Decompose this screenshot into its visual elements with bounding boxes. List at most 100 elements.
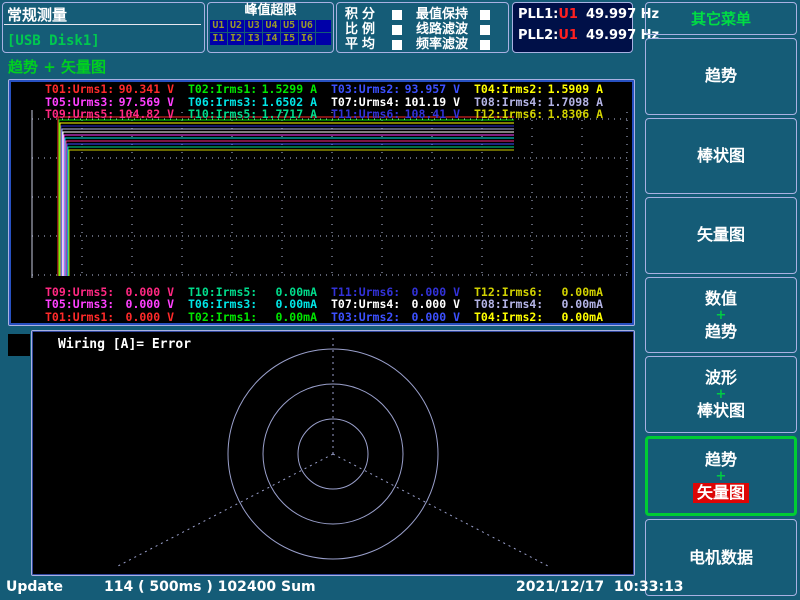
menu-item-label: 矢量图 (697, 225, 745, 245)
datetime: 2021/12/17 10:33:13 (516, 579, 684, 595)
readout-t01-urms1: T01:Urms1:90.341 V (45, 82, 188, 95)
vector-axis-left (118, 454, 333, 566)
readout-t08-irms4: T08:Irms4:0.00mA (474, 297, 617, 310)
option-char: 分 (362, 8, 392, 22)
freq-filter-label: 频率滤波 (416, 38, 480, 52)
trend-readouts-cursor: T09:Urms5:0.000 VT10:Irms5:0.00mAT11:Urm… (45, 285, 617, 323)
freq-filter-checkbox (480, 40, 490, 50)
peak-cell-i6: I6 (299, 33, 316, 45)
mode-underline (4, 24, 201, 25)
menu-item-label: 棒状图 (697, 401, 745, 421)
peak-current-row: I1 I2 I3 I4 I5 I6 (210, 33, 331, 45)
option-char: 积 (345, 8, 362, 22)
trend-trace-7 (64, 135, 514, 276)
readout-t02-irms1: T02:Irms1:1.5299 A (188, 82, 331, 95)
plus-icon: + (716, 388, 727, 401)
trend-trace-4 (61, 126, 514, 276)
menu-item-trend[interactable]: 趋势 (645, 38, 797, 115)
readout-t06-irms3: T06:Irms3:0.00mA (188, 297, 331, 310)
option-char: 平 (345, 38, 362, 52)
ratio-checkbox (392, 25, 402, 35)
vector-axis-right (333, 454, 548, 566)
readout-t02-irms1: T02:Irms1:0.00mA (188, 310, 331, 323)
option-row-average: 平 均 频率滤波 (345, 37, 508, 52)
trend-trace-3 (60, 123, 514, 276)
peak-cell-u2: U2 (228, 20, 245, 32)
trend-trace-6 (63, 132, 514, 276)
menu-item-label-highlighted: 矢量图 (693, 483, 749, 503)
trend-trace-8 (65, 138, 514, 276)
pll2-source: U1 (558, 28, 578, 43)
readout-t10-irms5: T10:Irms5:1.7717 A (188, 107, 331, 120)
readout-t07-urms4: T07:Urms4:101.19 V (331, 95, 474, 108)
peak-cell-u6: U6 (299, 20, 316, 32)
trend-trace-10 (67, 144, 514, 276)
pll1-label: PLL1: (518, 7, 558, 22)
readout-t03-urms2: T03:Urms2:93.957 V (331, 82, 474, 95)
readout-t05-urms3: T05:Urms3:0.000 V (45, 297, 188, 310)
readout-t11-urms6: T11:Urms6:0.000 V (331, 285, 474, 298)
readout-t01-urms1: T01:Urms1:0.000 V (45, 310, 188, 323)
peak-cell-u3: U3 (245, 20, 262, 32)
update-label: Update (6, 579, 63, 595)
peak-cell-i4: I4 (263, 33, 280, 45)
line-filter-checkbox (480, 25, 490, 35)
peak-cell-u-blank (316, 20, 331, 32)
view-title: 趋势 + 矢量图 (8, 56, 106, 77)
readout-t11-urms6: T11:Urms6:108.41 V (331, 107, 474, 120)
peak-cell-u1: U1 (210, 20, 227, 32)
option-char: 均 (362, 38, 392, 52)
element-marker-square (8, 334, 30, 356)
average-checkbox (392, 40, 402, 50)
menu-item-numeric-plus-trend[interactable]: 数值 + 趋势 (645, 277, 797, 354)
menu-item-vector-chart[interactable]: 矢量图 (645, 197, 797, 274)
peak-cell-u5: U5 (281, 20, 298, 32)
peak-cell-i2: I2 (228, 33, 245, 45)
update-counter: 114 ( 500ms ) 102400 Sum (104, 579, 316, 595)
storage-status: [USB Disk1] (7, 33, 100, 49)
menu-item-label: 趋势 (705, 322, 737, 342)
readout-t04-irms2: T04:Irms2:0.00mA (474, 310, 617, 323)
menu-item-label: 棒状图 (697, 146, 745, 166)
peak-over-limit-box: 峰值超限 U1 U2 U3 U4 U5 U6 I1 I2 I3 I4 I5 I6 (207, 2, 334, 53)
trend-trace-9 (66, 141, 514, 276)
menu-item-label: 波形 (705, 368, 737, 388)
readout-t12-irms6: T12:Irms6:0.00mA (474, 285, 617, 298)
measure-options-box: 积 分 最值保持 比 例 线路滤波 平 均 频率滤波 (336, 2, 509, 53)
line-filter-label: 线路滤波 (416, 23, 480, 37)
peak-cell-u4: U4 (263, 20, 280, 32)
pll1-source: U1 (558, 7, 578, 22)
mode-box: 常规测量 [USB Disk1] (2, 2, 205, 53)
trend-chart-panel: T01:Urms1:90.341 VT02:Irms1:1.5299 AT03:… (8, 79, 635, 326)
readout-t06-irms3: T06:Irms3:1.6502 A (188, 95, 331, 108)
plus-icon: + (716, 470, 727, 483)
pll1-row: PLL1:U149.997 Hz (518, 7, 632, 28)
readout-t09-urms5: T09:Urms5:104.82 V (45, 107, 188, 120)
menu-item-trend-plus-vector[interactable]: 趋势 + 矢量图 (645, 436, 797, 517)
menu-item-waveform-plus-bar[interactable]: 波形 + 棒状图 (645, 356, 797, 433)
trend-trace-12 (69, 150, 514, 276)
readout-t10-irms5: T10:Irms5:0.00mA (188, 285, 331, 298)
mode-title: 常规测量 (7, 4, 67, 25)
readout-t12-irms6: T12:Irms6:1.8306 A (474, 107, 617, 120)
option-char: 例 (362, 23, 392, 37)
max-hold-checkbox (480, 10, 490, 20)
menu-title: 其它菜单 (645, 2, 797, 35)
peak-cell-i-blank (316, 33, 331, 45)
menu-item-label: 趋势 (705, 66, 737, 86)
readout-t05-urms3: T05:Urms3:97.569 V (45, 95, 188, 108)
integrate-checkbox (392, 10, 402, 20)
menu-item-bar-chart[interactable]: 棒状图 (645, 118, 797, 195)
option-char: 比 (345, 23, 362, 37)
trend-trace-5 (62, 129, 514, 276)
status-bar: Update 114 ( 500ms ) 102400 Sum 2021/12/… (0, 576, 800, 600)
trend-trace-11 (68, 147, 514, 276)
right-menu: 其它菜单 趋势 棒状图 矢量图 数值 + 趋势 波形 + 棒状图 趋势 + 矢量… (645, 2, 797, 596)
pll2-label: PLL2: (518, 28, 558, 43)
peak-over-limit-title: 峰值超限 (208, 3, 333, 19)
plus-icon: + (716, 309, 727, 322)
menu-item-label: 趋势 (705, 450, 737, 470)
option-row-ratio: 比 例 线路滤波 (345, 22, 508, 37)
readout-t08-irms4: T08:Irms4:1.7098 A (474, 95, 617, 108)
vector-chart (32, 331, 634, 575)
